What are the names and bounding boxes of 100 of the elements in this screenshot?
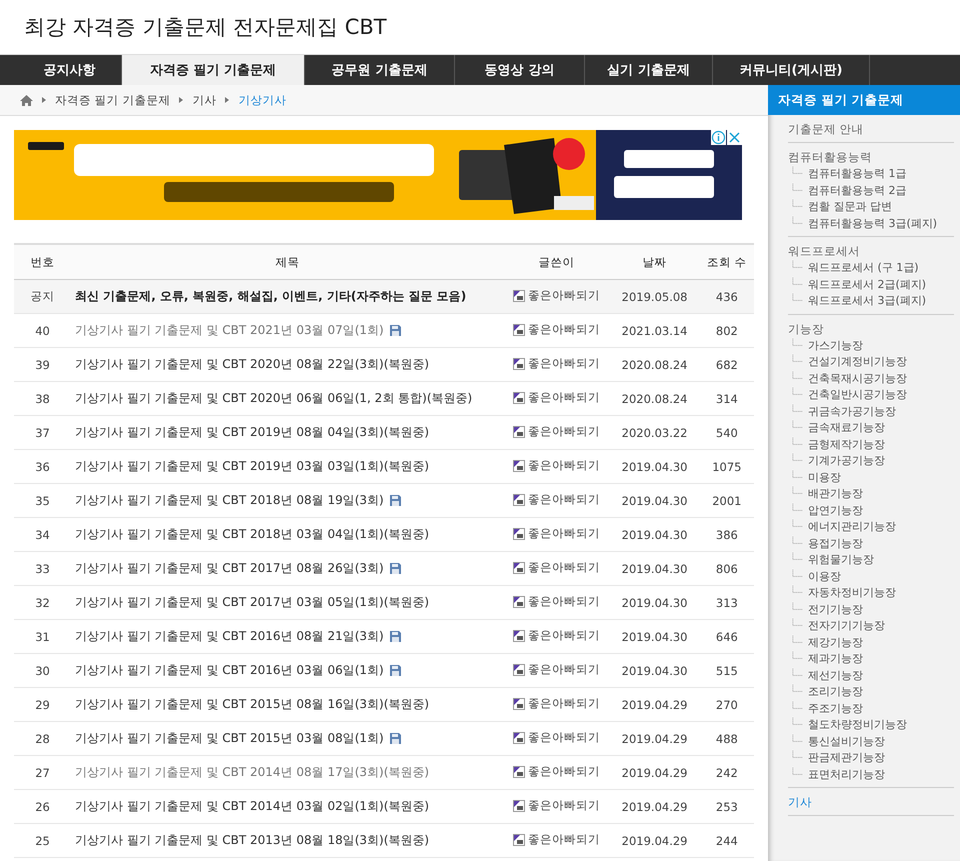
post-title-link[interactable]: 기상기사 필기 기출문제 및 CBT 2019년 03월 03일(1회)(복원중): [75, 458, 430, 475]
post-title-link[interactable]: 기상기사 필기 기출문제 및 CBT 2015년 03월 08일(1회): [75, 730, 384, 747]
post-title-link[interactable]: 기상기사 필기 기출문제 및 CBT 2014년 03월 02일(1회)(복원중): [75, 798, 430, 815]
sidebar-item[interactable]: 워드프로세서 3급(폐지): [808, 293, 926, 310]
home-icon[interactable]: [20, 94, 33, 106]
author-name[interactable]: 좋은아빠되기: [528, 458, 600, 474]
tree-line-icon: [792, 536, 803, 544]
sidebar-item[interactable]: 건축목재시공기능장: [808, 370, 907, 387]
author-name[interactable]: 좋은아빠되기: [528, 424, 600, 440]
sidebar-item[interactable]: 압연기능장: [808, 502, 863, 519]
sidebar-item[interactable]: 워드프로세서 2급(폐지): [808, 276, 926, 293]
sidebar-item[interactable]: 금형제작기능장: [808, 436, 885, 453]
author-name[interactable]: 좋은아빠되기: [528, 322, 600, 338]
sidebar-item[interactable]: 워드프로세서 (구 1급): [808, 260, 919, 276]
post-title-link[interactable]: 기상기사 필기 기출문제 및 CBT 2018년 08월 19일(3회): [75, 492, 384, 509]
sidebar-item[interactable]: 판금제관기능장: [808, 750, 885, 766]
sidebar-item[interactable]: 전자기기기능장: [808, 618, 885, 634]
post-title-link[interactable]: 기상기사 필기 기출문제 및 CBT 2013년 08월 18일(3회)(복원중): [75, 832, 430, 849]
nav-tab[interactable]: 자격증 필기 기출문제: [122, 55, 305, 85]
author-name[interactable]: 좋은아빠되기: [528, 390, 600, 406]
member-level-icon: [513, 630, 526, 642]
tree-line-icon: [792, 519, 803, 528]
post-title-link[interactable]: 기상기사 필기 기출문제 및 CBT 2016년 08월 21일(3회): [75, 628, 384, 645]
author-name[interactable]: 좋은아빠되기: [528, 696, 600, 712]
member-level-icon: [513, 834, 526, 846]
sidebar-item[interactable]: 컴활 질문과 답변: [808, 199, 892, 216]
sidebar-item[interactable]: 표면처리기능장: [808, 766, 885, 783]
post-date: 2020.08.24: [622, 392, 688, 406]
save-icon: [390, 631, 401, 642]
sidebar-item[interactable]: 자동차정비기능장: [808, 585, 896, 602]
sidebar-item[interactable]: 미용장: [808, 470, 841, 486]
sidebar-item[interactable]: 제강기능장: [808, 634, 863, 651]
tree-line-icon: [792, 470, 803, 478]
row-number: 29: [35, 698, 50, 712]
view-count: 436: [716, 290, 738, 304]
sidebar-item[interactable]: 주조기능장: [808, 700, 863, 717]
author-name[interactable]: 좋은아빠되기: [528, 594, 600, 610]
sidebar-item[interactable]: 전기기능장: [808, 602, 863, 618]
post-title-link[interactable]: 기상기사 필기 기출문제 및 CBT 2020년 06월 06일(1, 2회 통합)(복원중): [75, 390, 472, 407]
author-name[interactable]: 좋은아빠되기: [528, 730, 600, 746]
author-name[interactable]: 좋은아빠되기: [528, 662, 600, 678]
sidebar-item[interactable]: 컴퓨터활용능력 3급(폐지): [808, 216, 938, 232]
author-name[interactable]: 좋은아빠되기: [528, 764, 600, 780]
post-title-link[interactable]: 기상기사 필기 기출문제 및 CBT 2014년 08월 17일(3회)(복원중): [75, 764, 430, 781]
sidebar-item[interactable]: 건축일반시공기능장: [808, 387, 907, 404]
sidebar-item[interactable]: 이용장: [808, 568, 841, 585]
member-level-icon: [513, 392, 526, 404]
post-date: 2019.04.30: [622, 528, 688, 542]
tree-line-icon: [792, 766, 803, 776]
row-number: 31: [35, 630, 50, 644]
sidebar-item[interactable]: 에너지관리기능장: [808, 519, 896, 536]
post-title-link[interactable]: 기상기사 필기 기출문제 및 CBT 2018년 03월 04일(1회)(복원중): [75, 526, 430, 543]
breadcrumb-link[interactable]: 자격증 필기 기출문제: [55, 92, 170, 108]
breadcrumb-link[interactable]: 기사: [192, 92, 216, 108]
breadcrumb-link[interactable]: 기상기사: [238, 92, 286, 108]
sidebar-item[interactable]: 건설기계정비기능장: [808, 354, 907, 370]
post-title-link[interactable]: 기상기사 필기 기출문제 및 CBT 2021년 03월 07일(1회): [75, 322, 384, 339]
sidebar-item[interactable]: 기계가공기능장: [808, 453, 885, 470]
sidebar-item[interactable]: 용접기능장: [808, 536, 863, 552]
post-date: 2019.04.30: [622, 460, 688, 474]
sidebar-category[interactable]: 기출문제 안내: [788, 120, 954, 138]
author-name[interactable]: 좋은아빠되기: [528, 832, 600, 848]
sidebar-item[interactable]: 조리기능장: [808, 684, 863, 700]
column-header: 번호: [30, 254, 54, 268]
sidebar-item[interactable]: 배관기능장: [808, 486, 863, 502]
author-name[interactable]: 좋은아빠되기: [528, 798, 600, 814]
close-icon[interactable]: [727, 130, 742, 145]
author-name[interactable]: 좋은아빠되기: [528, 526, 600, 542]
sidebar-item[interactable]: 통신설비기능장: [808, 734, 885, 750]
author-name[interactable]: 좋은아빠되기: [528, 560, 600, 576]
post-title-link[interactable]: 기상기사 필기 기출문제 및 CBT 2017년 03월 05일(1회)(복원중): [75, 594, 430, 611]
sidebar-item[interactable]: 귀금속가공기능장: [808, 404, 896, 420]
sidebar-item[interactable]: 제과기능장: [808, 651, 863, 668]
sidebar-item[interactable]: 가스기능장: [808, 338, 863, 354]
post-date: 2019.04.29: [622, 732, 688, 746]
sidebar-item[interactable]: 위험물기능장: [808, 552, 874, 568]
info-icon[interactable]: [711, 130, 726, 145]
post-title-link[interactable]: 기상기사 필기 기출문제 및 CBT 2020년 08월 22일(3회)(복원중): [75, 356, 430, 373]
sidebar-category[interactable]: 기능장: [788, 320, 954, 338]
view-count: 682: [716, 358, 738, 372]
post-title-link[interactable]: 기상기사 필기 기출문제 및 CBT 2015년 08월 16일(3회)(복원중): [75, 696, 430, 713]
member-level-icon: [513, 766, 526, 778]
post-title-link[interactable]: 기상기사 필기 기출문제 및 CBT 2019년 08월 04일(3회)(복원중): [75, 424, 430, 441]
sidebar-category[interactable]: 워드프로세서: [788, 242, 954, 260]
sidebar-item[interactable]: 컴퓨터활용능력 1급: [808, 166, 906, 182]
author-name[interactable]: 좋은아빠되기: [528, 628, 600, 644]
sidebar-category[interactable]: 기사: [788, 793, 954, 811]
sidebar-item[interactable]: 철도차량정비기능장: [808, 717, 907, 734]
post-title-link[interactable]: 기상기사 필기 기출문제 및 CBT 2016년 03월 06일(1회): [75, 662, 384, 679]
sidebar-category[interactable]: 컴퓨터활용능력: [788, 148, 954, 166]
sidebar-item[interactable]: 금속재료기능장: [808, 420, 885, 436]
row-number: 33: [35, 562, 50, 576]
sidebar-item[interactable]: 제선기능장: [808, 668, 863, 684]
author-name[interactable]: 좋은아빠되기: [528, 492, 600, 508]
author-name[interactable]: 좋은아빠되기: [528, 356, 600, 372]
column-header: 제목: [275, 254, 300, 268]
tree-line-icon: [792, 552, 803, 561]
post-title-link[interactable]: 기상기사 필기 기출문제 및 CBT 2017년 08월 26일(3회): [75, 560, 384, 577]
view-count: 806: [716, 562, 738, 576]
sidebar-item[interactable]: 컴퓨터활용능력 2급: [808, 182, 906, 199]
